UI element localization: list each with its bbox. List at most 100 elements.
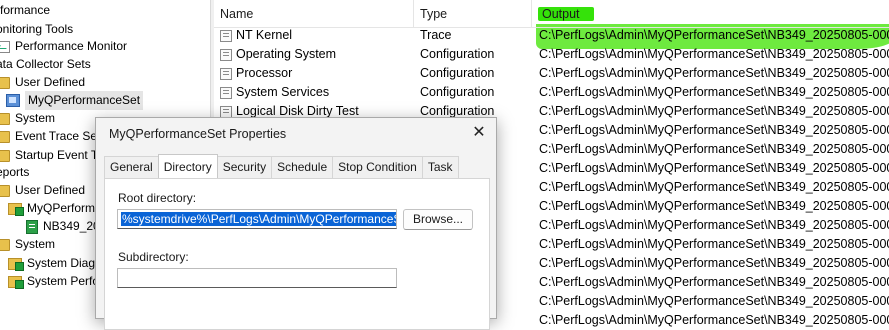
tree-item-myqperformanceset[interactable]: MyQPerformanceSet <box>6 91 144 110</box>
tree-item-label: System <box>15 111 56 125</box>
close-icon[interactable]: ✕ <box>462 118 496 150</box>
cell-output: C:\PerfLogs\Admin\MyQPerformanceSet\NB34… <box>539 28 889 42</box>
cell-type: Configuration <box>420 47 495 61</box>
tab-schedule[interactable]: Schedule <box>271 156 334 178</box>
tree-item-data-collector-sets[interactable]: ata Collector Sets <box>0 55 91 74</box>
tree-item-system-diagnostics[interactable]: System Diagn <box>8 254 102 273</box>
tab-general[interactable]: General <box>104 156 159 178</box>
cell-name: System Services <box>220 83 414 102</box>
cell-output: C:\PerfLogs\Admin\MyQPerformanceSet\NB34… <box>539 123 889 137</box>
data-collector-icon <box>220 48 232 61</box>
cell-output: C:\PerfLogs\Admin\MyQPerformanceSet\NB34… <box>539 66 889 80</box>
tab-task[interactable]: Task <box>421 156 459 178</box>
tree-item-label: System Perfo <box>27 274 100 288</box>
report-folder-icon <box>8 257 24 271</box>
tree-item-label: System <box>15 237 56 251</box>
cell-output: C:\PerfLogs\Admin\MyQPerformanceSet\NB34… <box>539 85 889 99</box>
cell-type: Configuration <box>420 66 495 80</box>
table-row[interactable]: Operating System Configuration C:\PerfLogs… <box>214 45 889 64</box>
list-header: Name Type Output <box>214 0 889 28</box>
subdirectory-label: Subdirectory: <box>118 250 189 264</box>
browse-button[interactable]: Browse... <box>403 209 473 230</box>
folder-icon <box>0 76 10 89</box>
cell-output: C:\PerfLogs\Admin\MyQPerformanceSet\NB34… <box>539 199 889 213</box>
tree-item-reports-user-defined[interactable]: User Defined <box>0 181 85 200</box>
cell-output: C:\PerfLogs\Admin\MyQPerformanceSet\NB34… <box>539 237 889 251</box>
tree-item-label: Performance Monitor <box>15 39 128 53</box>
table-row[interactable]: NT Kernel Trace C:\PerfLogs\Admin\MyQPerfo… <box>214 26 889 45</box>
column-header-label: Name <box>220 7 254 21</box>
column-header-name[interactable]: Name <box>214 0 414 27</box>
table-row[interactable]: Processor Configuration C:\PerfLogs\Admin\… <box>214 64 889 83</box>
tree-item-performance[interactable]: rformance <box>0 1 50 20</box>
folder-icon <box>0 130 10 143</box>
root-directory-value: %systemdrive%\PerfLogs\Admin\MyQPerforma… <box>121 212 396 226</box>
cell-output: C:\PerfLogs\Admin\MyQPerformanceSet\NB34… <box>539 313 889 327</box>
tree-item-nb349-report[interactable]: NB349_20 <box>26 217 100 236</box>
folder-icon <box>0 238 10 251</box>
folder-icon <box>0 112 10 125</box>
cell-name-text: NT Kernel <box>236 28 293 42</box>
cell-name-text: Processor <box>236 66 293 80</box>
subdirectory-input[interactable] <box>117 268 397 288</box>
tree-item-myqperform-report[interactable]: MyQPerform <box>8 199 95 218</box>
data-collector-set-icon <box>6 94 20 107</box>
report-folder-icon <box>8 275 24 289</box>
table-row[interactable]: System Services Configuration C:\PerfLogs\… <box>214 83 889 102</box>
cell-name-text: Operating System <box>236 47 337 61</box>
tree-item-label: User Defined <box>15 183 86 197</box>
column-header-label: Type <box>420 7 448 21</box>
tree-item-reports[interactable]: eports <box>0 163 29 182</box>
root-directory-label: Root directory: <box>118 191 197 205</box>
performance-monitor-icon <box>0 40 10 53</box>
report-folder-icon <box>8 202 24 216</box>
cell-type: Configuration <box>420 85 495 99</box>
directory-tab-panel: Root directory: %systemdrive%\PerfLogs\A… <box>104 178 490 330</box>
cell-output: C:\PerfLogs\Admin\MyQPerformanceSet\NB34… <box>539 218 889 232</box>
tree-item-label: rformance <box>0 3 51 17</box>
cell-type: Trace <box>420 28 452 42</box>
report-icon <box>26 219 38 234</box>
tab-directory[interactable]: Directory <box>157 154 218 178</box>
cell-name-text: System Services <box>236 85 330 99</box>
column-header-output[interactable]: Output <box>532 0 889 27</box>
cell-output: C:\PerfLogs\Admin\MyQPerformanceSet\NB34… <box>539 294 889 308</box>
tree-item-label: System Diagn <box>27 256 102 270</box>
tab-security[interactable]: Security <box>216 156 273 178</box>
cell-name: Processor <box>220 64 414 83</box>
tree-item-system[interactable]: System <box>0 109 55 128</box>
cell-name: Operating System <box>220 45 414 64</box>
cell-name: NT Kernel <box>220 26 414 45</box>
tree-item-label: ata Collector Sets <box>0 57 91 71</box>
cell-output: C:\PerfLogs\Admin\MyQPerformanceSet\NB34… <box>539 256 889 270</box>
properties-dialog: MyQPerformanceSet Properties ✕ General D… <box>95 117 497 330</box>
cell-output: C:\PerfLogs\Admin\MyQPerformanceSet\NB34… <box>539 275 889 289</box>
tree-item-label: MyQPerformanceSet <box>25 91 144 110</box>
cell-output: C:\PerfLogs\Admin\MyQPerformanceSet\NB34… <box>539 47 889 61</box>
tree-item-reports-system[interactable]: System <box>0 235 55 254</box>
column-header-type[interactable]: Type <box>414 0 532 27</box>
tab-stop-condition[interactable]: Stop Condition <box>332 156 423 178</box>
column-header-label: Output <box>538 7 594 21</box>
cell-output: C:\PerfLogs\Admin\MyQPerformanceSet\NB34… <box>539 161 889 175</box>
data-collector-icon <box>220 86 232 99</box>
folder-icon <box>0 149 10 162</box>
dialog-tabs: General Directory Security Schedule Stop… <box>104 154 459 178</box>
tree-item-label: NB349_20 <box>43 219 100 233</box>
dialog-title: MyQPerformanceSet Properties <box>109 127 287 141</box>
cell-output: C:\PerfLogs\Admin\MyQPerformanceSet\NB34… <box>539 142 889 156</box>
tree-item-label: eports <box>0 165 30 179</box>
root-directory-input[interactable]: %systemdrive%\PerfLogs\Admin\MyQPerforma… <box>117 209 397 229</box>
tree-item-system-performance[interactable]: System Perfo <box>8 272 99 291</box>
tree-item-user-defined[interactable]: User Defined <box>0 73 85 92</box>
data-collector-icon <box>220 29 232 42</box>
folder-icon <box>0 184 10 197</box>
tree-item-label: User Defined <box>15 75 86 89</box>
cell-output: C:\PerfLogs\Admin\MyQPerformanceSet\NB34… <box>539 180 889 194</box>
tree-item-performance-monitor[interactable]: Performance Monitor <box>0 37 127 56</box>
cell-output: C:\PerfLogs\Admin\MyQPerformanceSet\NB34… <box>539 104 889 118</box>
dialog-title-bar[interactable]: MyQPerformanceSet Properties ✕ <box>96 118 496 150</box>
data-collector-icon <box>220 67 232 80</box>
tree-item-label: MyQPerform <box>27 201 96 215</box>
data-collector-icon <box>220 105 232 118</box>
